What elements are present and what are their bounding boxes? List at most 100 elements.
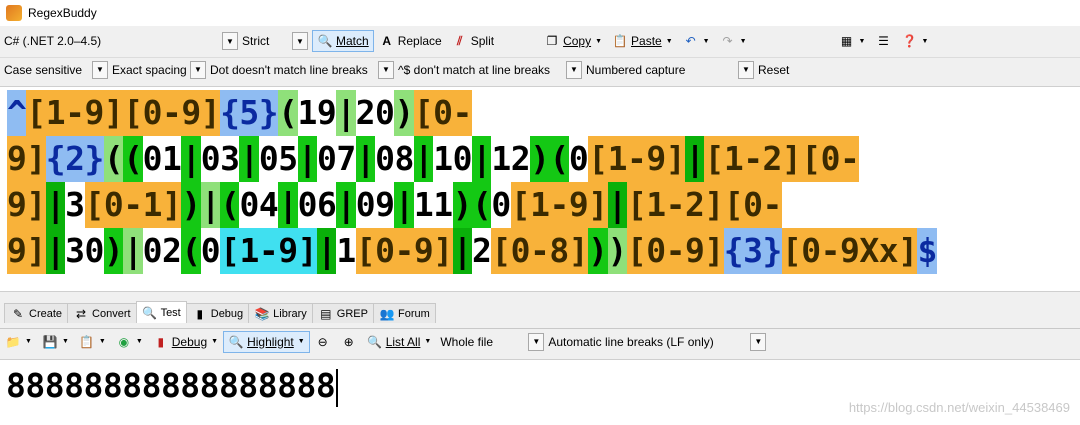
- help-icon: ❓: [901, 34, 917, 48]
- main-toolbar: C# (.NET 2.0–4.5) ▼ Strict ▼ 🔍 Match A R…: [0, 28, 1080, 54]
- tab-debug[interactable]: ▮ Debug: [185, 303, 250, 323]
- open-button[interactable]: 📁 ▼: [0, 331, 37, 353]
- tab-grep[interactable]: ▤ GREP: [311, 303, 374, 323]
- tab-create[interactable]: ✎ Create: [4, 303, 69, 323]
- regex-token: [0-9]: [626, 228, 724, 274]
- globe-icon: ◉: [118, 334, 130, 349]
- tab-forum[interactable]: 👥 Forum: [372, 303, 436, 323]
- dot-select[interactable]: Dot doesn't match line breaks: [210, 60, 378, 80]
- regex-token: $: [917, 228, 937, 274]
- split-icon: ⫽: [457, 34, 463, 48]
- regex-token: 06: [297, 182, 337, 228]
- regex-token: {5}: [220, 90, 279, 136]
- title-bar: RegexBuddy: [0, 0, 1080, 26]
- match-button[interactable]: 🔍 Match: [312, 30, 374, 52]
- regex-token: |: [336, 90, 356, 136]
- paste-icon: 📋: [612, 34, 628, 48]
- regex-token: 1: [336, 228, 356, 274]
- prev-match-button[interactable]: ⊖: [310, 331, 336, 353]
- regex-token: [0-9Xx]: [781, 228, 918, 274]
- split-button[interactable]: ⫽ Split: [447, 30, 499, 52]
- highlight-button[interactable]: 🔍 Highlight ▼: [223, 330, 310, 353]
- redo-button[interactable]: ↷ ▼: [715, 30, 752, 52]
- regex-token: [0-9]: [355, 228, 453, 274]
- tab-library[interactable]: 📚 Library: [248, 303, 313, 323]
- tab-forum-icon: 👥: [379, 306, 395, 321]
- clipboard-icon: 📋: [79, 334, 95, 349]
- tab-label: GREP: [336, 307, 368, 320]
- next-match-button[interactable]: ⊕: [336, 331, 362, 353]
- regex-token: 02: [142, 228, 182, 274]
- text-cursor: [336, 368, 339, 407]
- regex-token: ): [452, 182, 472, 228]
- capture-select[interactable]: Numbered capture: [586, 60, 738, 80]
- spacing-select[interactable]: Exact spacing: [112, 60, 190, 80]
- paste-button[interactable]: 📋 Paste ▼: [607, 30, 678, 52]
- capture-dropdown-icon[interactable]: ▼: [738, 60, 754, 79]
- web-button[interactable]: ◉ ▼: [111, 331, 148, 353]
- regex-token: [0-9]: [123, 90, 221, 136]
- scope-dropdown-icon[interactable]: ▼: [528, 332, 545, 351]
- list-all-button[interactable]: 🔍 List All ▼: [362, 331, 437, 353]
- watermark: https://blog.csdn.net/weixin_44538469: [848, 400, 1070, 415]
- panel-tabs: ✎ Create ⇄ Convert 🔍 Test ▮ Debug 📚 Library ▤ GREP 👥…: [0, 301, 1080, 323]
- spacing-dropdown-icon[interactable]: ▼: [190, 60, 206, 79]
- case-select[interactable]: Case sensitive: [0, 60, 92, 80]
- regex-line: 9] | 30) | 02(0 [1-9] | 1 [0-9] | 2 [0-8])) [0-9] {3}…: [7, 228, 1080, 274]
- regex-token: 01: [142, 136, 182, 182]
- case-dropdown-icon[interactable]: ▼: [92, 60, 108, 79]
- anchors-dropdown-icon[interactable]: ▼: [566, 60, 582, 79]
- tab-create-icon: ✎: [12, 306, 24, 321]
- line-breaks-select[interactable]: Automatic line breaks (LF only): [548, 332, 750, 352]
- mode-dropdown-icon[interactable]: ▼: [292, 32, 308, 50]
- test-toolbar: 📁 ▼ 💾 ▼ 📋 ▼ ◉ ▼ ▮ Debug ▼ 🔍 Highlight ▼ …: [0, 328, 1080, 354]
- regex-line: ^ [1-9] [0-9] {5}(19 | 20) [0-: [7, 90, 1080, 136]
- layout-button[interactable]: ▦ ▼: [834, 30, 871, 52]
- regex-token: [0-: [801, 136, 860, 182]
- regex-token: 09: [355, 182, 395, 228]
- replace-button[interactable]: A Replace: [374, 30, 447, 52]
- reset-button[interactable]: Reset: [758, 63, 789, 77]
- mode-select[interactable]: Strict: [242, 31, 292, 51]
- regex-token: 0: [568, 136, 589, 182]
- anchors-select[interactable]: ^$ don't match at line breaks: [398, 60, 566, 80]
- flavor-dropdown-icon[interactable]: ▼: [222, 32, 238, 50]
- regex-token: 03: [200, 136, 240, 182]
- regex-token: |: [607, 182, 627, 228]
- regex-token: 10: [433, 136, 472, 182]
- regex-token: {2}: [45, 136, 104, 182]
- panels-button[interactable]: ☰: [870, 30, 896, 52]
- regex-token: ): [607, 228, 627, 274]
- regex-token: 07: [316, 136, 356, 182]
- regex-token: 9]: [7, 228, 46, 274]
- panels-icon: ☰: [878, 34, 889, 48]
- undo-button[interactable]: ↶ ▼: [678, 30, 715, 52]
- tab-test[interactable]: 🔍 Test: [135, 301, 187, 323]
- regex-token: |: [336, 182, 356, 228]
- tab-test-icon: 🔍: [142, 305, 158, 320]
- undo-icon: ↶: [685, 34, 696, 48]
- save-button[interactable]: 💾 ▼: [37, 331, 74, 353]
- dot-dropdown-icon[interactable]: ▼: [378, 60, 394, 79]
- help-button[interactable]: ❓ ▼: [896, 30, 933, 52]
- regex-token: 11: [413, 182, 453, 228]
- regex-token: (: [471, 182, 492, 228]
- regex-editor[interactable]: ^ [1-9] [0-9] {5}(19 | 20) [0- 9] {2}((01 | 03 | 05 |…: [0, 86, 1080, 292]
- test-subject-editor[interactable]: 88888888888888888: [0, 359, 1080, 425]
- tab-convert[interactable]: ⇄ Convert: [67, 303, 137, 323]
- line-breaks-dropdown-icon[interactable]: ▼: [750, 332, 767, 351]
- flavor-select[interactable]: C# (.NET 2.0–4.5): [0, 31, 222, 51]
- clipboard-button[interactable]: 📋 ▼: [74, 331, 111, 353]
- highlight-magnifier-icon: 🔍: [228, 334, 244, 349]
- regex-token: |: [297, 136, 317, 182]
- regex-token: |: [685, 136, 705, 182]
- regex-token: |: [471, 136, 492, 182]
- regex-token: [0-8]: [491, 228, 589, 274]
- regex-token: |: [278, 182, 298, 228]
- copy-button[interactable]: ❐ Copy ▼: [539, 30, 607, 52]
- regex-token: [1-2]: [704, 136, 802, 182]
- regex-token: (: [549, 136, 569, 182]
- tab-label: Debug: [210, 307, 244, 320]
- scope-select[interactable]: Whole file: [436, 332, 528, 352]
- debug-button[interactable]: ▮ Debug ▼: [148, 331, 223, 353]
